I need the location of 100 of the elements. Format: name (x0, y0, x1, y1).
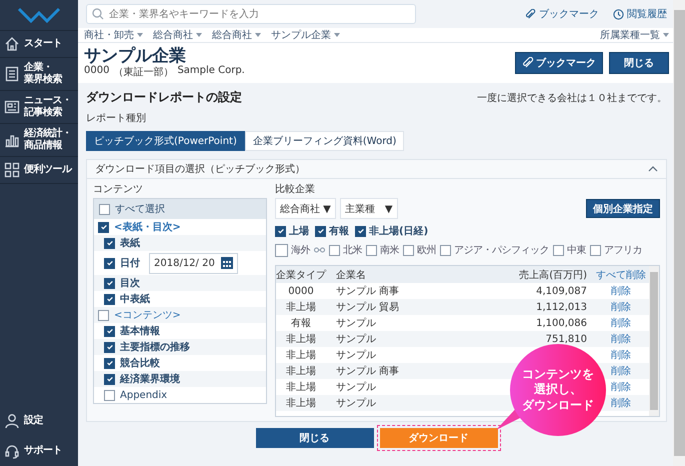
checkbox[interactable] (275, 244, 288, 256)
checkbox[interactable] (329, 244, 340, 256)
clock-icon (613, 8, 624, 20)
nav-item[interactable]: ニュース・ 記事検索 (0, 91, 78, 124)
checkbox[interactable] (104, 342, 115, 352)
checkbox[interactable] (98, 310, 109, 320)
dropdown[interactable]: 総合商社 ▼ (275, 198, 336, 219)
filter-label: 上場 (289, 224, 309, 238)
dropdown[interactable]: 主業種 ▼ (340, 198, 398, 219)
checkmark-icon (356, 227, 364, 235)
chevron-icon[interactable] (648, 166, 658, 172)
nav-item[interactable]: 便利ツール (0, 157, 78, 184)
checkbox[interactable] (104, 326, 115, 336)
report-type-tab[interactable]: 企業ブリーフィング資料(Word) (244, 131, 404, 151)
checkbox[interactable] (98, 222, 109, 232)
delete-link[interactable]: 削除 (611, 382, 631, 393)
checkbox[interactable] (366, 244, 377, 256)
checkbox[interactable] (590, 244, 601, 256)
paperclip-icon (525, 8, 536, 20)
pick-company-button[interactable]: 個別企業指定 (586, 199, 660, 218)
bookmark-button[interactable]: ブックマーク (515, 52, 603, 74)
industry-list-link[interactable]: 所属業種一覧 (600, 28, 669, 42)
callout-text: コンテンツを 選択し、 ダウンロード (522, 366, 594, 414)
limit-note: 一度に選択できる会社は１０社までです。 (477, 92, 667, 105)
delete-link[interactable]: 削除 (611, 366, 631, 377)
delete-link[interactable]: 削除 (611, 334, 631, 345)
table-cell-text: 非上場 (285, 332, 317, 346)
select-all-label: すべて選択 (115, 203, 165, 216)
column-header: 企業タイプ (276, 268, 326, 282)
content-item-label: 中表紙 (120, 292, 150, 306)
nav-item[interactable]: サポート (0, 436, 78, 466)
table-cell-text: サンプル (335, 380, 377, 394)
document-icon (4, 66, 20, 82)
nav-item[interactable]: 設定 (0, 406, 78, 436)
table-cell-text: 非上場 (285, 396, 317, 410)
checkbox[interactable] (355, 226, 366, 236)
link-icon (314, 247, 325, 253)
date-field[interactable]: 2018/12/ 20 (149, 252, 238, 274)
table-cell-text: サンプル 商事 (335, 364, 400, 378)
content-item-label: Appendix (120, 390, 168, 400)
report-type-tab[interactable]: ピッチブック形式(PowerPoint) (86, 131, 245, 151)
filter-label: 南米 (380, 244, 399, 257)
table-cell-text: サンプル (335, 316, 377, 330)
checkbox[interactable] (275, 226, 286, 236)
checkbox[interactable] (104, 294, 115, 304)
scrollbar[interactable] (673, 0, 685, 466)
delete-link[interactable]: 削除 (611, 302, 631, 313)
checkbox[interactable] (553, 244, 564, 256)
delete-link[interactable]: 削除 (611, 286, 631, 297)
report-type-label: レポート種別 (86, 112, 147, 125)
delete-link[interactable]: 削除 (611, 350, 631, 361)
caret-icon (196, 33, 202, 37)
scrollbar[interactable] (649, 266, 659, 416)
table-cell-text: 非上場 (285, 364, 317, 378)
checkbox[interactable] (440, 244, 451, 256)
checkbox[interactable] (403, 244, 414, 256)
table-cell: 751,810 (546, 334, 587, 344)
checkbox[interactable] (104, 390, 115, 400)
breadcrumb-item[interactable]: 総合商社 (153, 28, 202, 42)
user-icon (4, 413, 20, 429)
breadcrumb-item[interactable]: 総合商社 (212, 28, 261, 42)
close-button[interactable]: 閉じる (609, 52, 669, 74)
grid-icon (4, 162, 20, 178)
logo-icon (17, 7, 61, 23)
caret-icon (334, 33, 340, 37)
compare-label: 比較企業 (275, 182, 316, 196)
checkbox[interactable] (104, 238, 115, 248)
table-cell-text: サンプル 商事 (335, 284, 400, 298)
filter-label: 欧州 (417, 244, 436, 257)
content-item-label: <コンテンツ> (114, 309, 181, 322)
newspaper-icon (4, 99, 20, 115)
search-field[interactable]: 企業・業界名やキーワードを入力 (86, 4, 416, 24)
panel-title: ダウンロード項目の選択（ピッチブック形式） (95, 162, 305, 176)
table-cell: 4,109,087 (536, 286, 587, 296)
top-link[interactable]: ブックマーク (525, 7, 599, 21)
filter-label: アフリカ (604, 244, 642, 257)
nav-item[interactable]: 経済統計・ 商品情報 (0, 124, 78, 157)
content-item-label: 目次 (120, 276, 140, 290)
paperclip-icon (522, 57, 534, 69)
table-cell-text: 非上場 (285, 380, 317, 394)
close-button[interactable]: 閉じる (256, 428, 374, 448)
delete-all-link[interactable]: すべて削除 (593, 268, 649, 282)
checkbox[interactable] (104, 278, 115, 288)
checkmark-icon (276, 227, 284, 235)
checkbox[interactable] (315, 226, 326, 236)
contents-label: コンテンツ (93, 183, 144, 196)
breadcrumb-item[interactable]: サンプル企業 (271, 28, 340, 42)
breadcrumb-item[interactable]: 商社・卸売 (84, 28, 143, 42)
column-header: 企業名 (335, 268, 367, 282)
delete-link[interactable]: 削除 (611, 398, 631, 409)
checkbox[interactable] (104, 258, 115, 268)
checkbox[interactable] (104, 358, 115, 368)
table-cell-text: サンプル (335, 332, 377, 346)
filter-label: 海外 (291, 244, 310, 257)
table-cell: 1,100,086 (536, 318, 587, 328)
top-link[interactable]: 閲覧履歴 (613, 7, 667, 21)
checkbox[interactable] (104, 374, 115, 384)
checkbox[interactable] (99, 204, 110, 214)
company-code: 0000 (84, 65, 110, 78)
delete-link[interactable]: 削除 (611, 318, 631, 329)
